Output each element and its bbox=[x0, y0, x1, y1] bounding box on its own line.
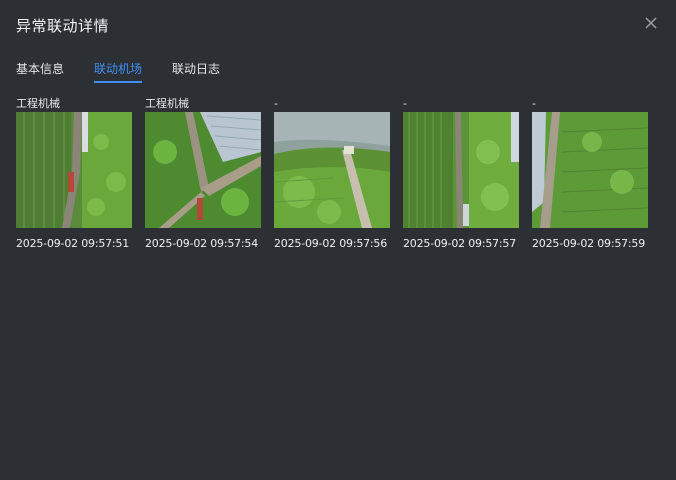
aerial-photo-thumbnail[interactable] bbox=[145, 112, 261, 228]
tab-linked-airport[interactable]: 联动机场 bbox=[94, 60, 143, 83]
capture-timestamp: 2025-09-02 09:57:57 bbox=[403, 237, 517, 250]
aerial-photo-thumbnail[interactable] bbox=[274, 112, 390, 228]
capture-card: 工程机械 2025-09-02 09:57:51 bbox=[16, 96, 132, 250]
capture-label: 工程机械 bbox=[16, 97, 60, 110]
aerial-photo-thumbnail[interactable] bbox=[16, 112, 132, 228]
capture-card: - 2025-09-02 09:57:56 bbox=[274, 96, 390, 250]
capture-label: 工程机械 bbox=[145, 97, 189, 110]
aerial-photo-thumbnail[interactable] bbox=[403, 112, 519, 228]
capture-timestamp: 2025-09-02 09:57:56 bbox=[274, 237, 388, 250]
tab-linkage-log[interactable]: 联动日志 bbox=[172, 60, 220, 83]
capture-label: - bbox=[274, 97, 278, 110]
capture-grid: 工程机械 2025-09-02 09:57:51 工程机械 2025-09-02… bbox=[16, 96, 648, 250]
capture-timestamp: 2025-09-02 09:57:54 bbox=[145, 237, 259, 250]
dialog-title: 异常联动详情 bbox=[16, 17, 110, 35]
capture-label: - bbox=[532, 97, 536, 110]
capture-card: 工程机械 2025-09-02 09:57:54 bbox=[145, 96, 261, 250]
aerial-photo-thumbnail[interactable] bbox=[532, 112, 648, 228]
capture-label: - bbox=[403, 97, 407, 110]
tab-bar: 基本信息 联动机场 联动日志 bbox=[16, 60, 220, 83]
linkage-detail-dialog: 异常联动详情 基本信息 联动机场 联动日志 工程机械 2025-09-02 09… bbox=[0, 0, 676, 480]
tab-basic-info[interactable]: 基本信息 bbox=[16, 60, 64, 83]
capture-timestamp: 2025-09-02 09:57:51 bbox=[16, 237, 130, 250]
close-icon[interactable] bbox=[642, 14, 660, 32]
capture-card: - 2025-09-02 09:57:59 bbox=[532, 96, 648, 250]
capture-timestamp: 2025-09-02 09:57:59 bbox=[532, 237, 646, 250]
capture-card: - 2025-09-02 09:57:57 bbox=[403, 96, 519, 250]
